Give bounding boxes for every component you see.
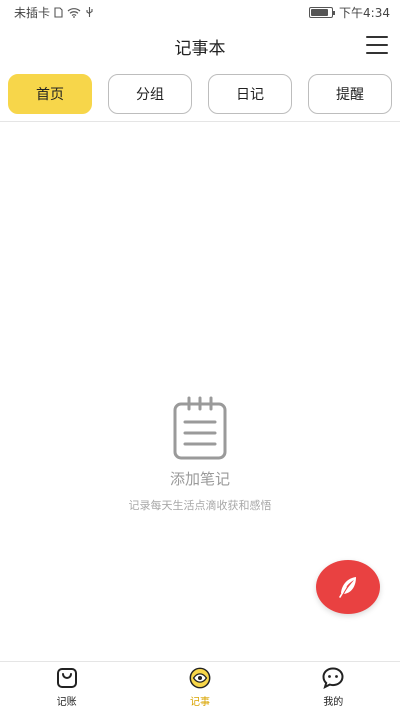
nav-label: 记账 (56, 696, 77, 708)
tab-home[interactable]: 首页 (8, 74, 92, 114)
add-note-button[interactable] (316, 560, 380, 614)
notepad-icon (173, 396, 227, 460)
tab-label: 分组 (136, 87, 164, 103)
nav-notes[interactable]: 记事 (133, 662, 266, 711)
clock-text: 下午4:34 (339, 5, 390, 20)
status-left: 未插卡 (14, 4, 94, 21)
nav-label: 我的 (323, 696, 344, 708)
empty-title: 添加笔记 (169, 470, 230, 488)
tab-label: 首页 (36, 87, 64, 103)
shopping-bag-icon (55, 666, 79, 690)
wifi-icon (67, 7, 81, 18)
carrier-text: 未插卡 (14, 5, 51, 20)
hamburger-menu-icon[interactable] (366, 36, 388, 54)
status-right: 下午4:34 (309, 4, 390, 21)
empty-state: 添加笔记 记录每天生活点滴收获和感悟 (0, 396, 400, 513)
bottom-nav: 记账 记事 我的 (0, 661, 400, 711)
title-bar: 记事本 (0, 26, 400, 66)
tab-label: 提醒 (336, 87, 364, 103)
nav-bookkeeping[interactable]: 记账 (0, 662, 133, 711)
tab-reminders[interactable]: 提醒 (308, 74, 392, 114)
status-bar: 未插卡 下午4:34 (0, 0, 400, 24)
tab-bar: 首页 分组 日记 提醒 (8, 74, 392, 114)
tab-groups[interactable]: 分组 (108, 74, 192, 114)
usb-icon (86, 7, 93, 17)
sim-icon (54, 6, 63, 18)
nav-label: 记事 (189, 696, 210, 708)
nav-profile[interactable]: 我的 (267, 662, 400, 711)
eye-icon (188, 666, 212, 690)
tab-label: 日记 (236, 87, 264, 103)
page-title: 记事本 (174, 38, 226, 59)
battery-icon (309, 6, 336, 18)
chat-face-icon (321, 666, 345, 690)
battery-fill (311, 8, 328, 16)
tabs-divider (0, 121, 400, 122)
tab-diary[interactable]: 日记 (208, 74, 292, 114)
feather-icon (339, 577, 356, 598)
empty-subtitle: 记录每天生活点滴收获和感悟 (128, 499, 272, 512)
